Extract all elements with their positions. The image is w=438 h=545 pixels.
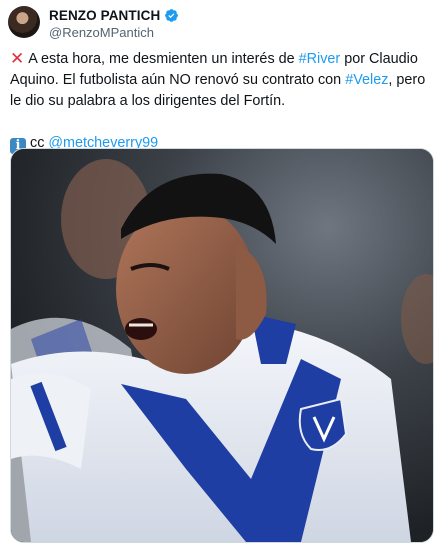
tweet-header: RENZO PANTICH @RenzoMPantich [8,6,430,40]
tweet-paragraph-1: ✕ A esta hora, me desmienten un interés d… [10,47,434,112]
tweet-media-photo[interactable] [10,148,434,543]
user-names: RENZO PANTICH @RenzoMPantich [49,7,179,40]
user-handle[interactable]: @RenzoMPantich [49,25,179,40]
name-row: RENZO PANTICH [49,7,179,23]
hashtag-river-link[interactable]: #River [299,51,341,67]
tweet-text: ✕ A esta hora, me desmienten un interés d… [10,47,434,154]
tweet-text-part: A esta hora, me desmienten un interés de [28,51,299,67]
hashtag-velez-link[interactable]: #Velez [345,72,388,88]
user-avatar[interactable] [8,6,40,38]
display-name[interactable]: RENZO PANTICH [49,8,160,23]
cross-mark-icon: ✕ [10,49,25,68]
verified-badge-icon [165,8,179,22]
soccer-player-celebration-photo [11,149,433,542]
